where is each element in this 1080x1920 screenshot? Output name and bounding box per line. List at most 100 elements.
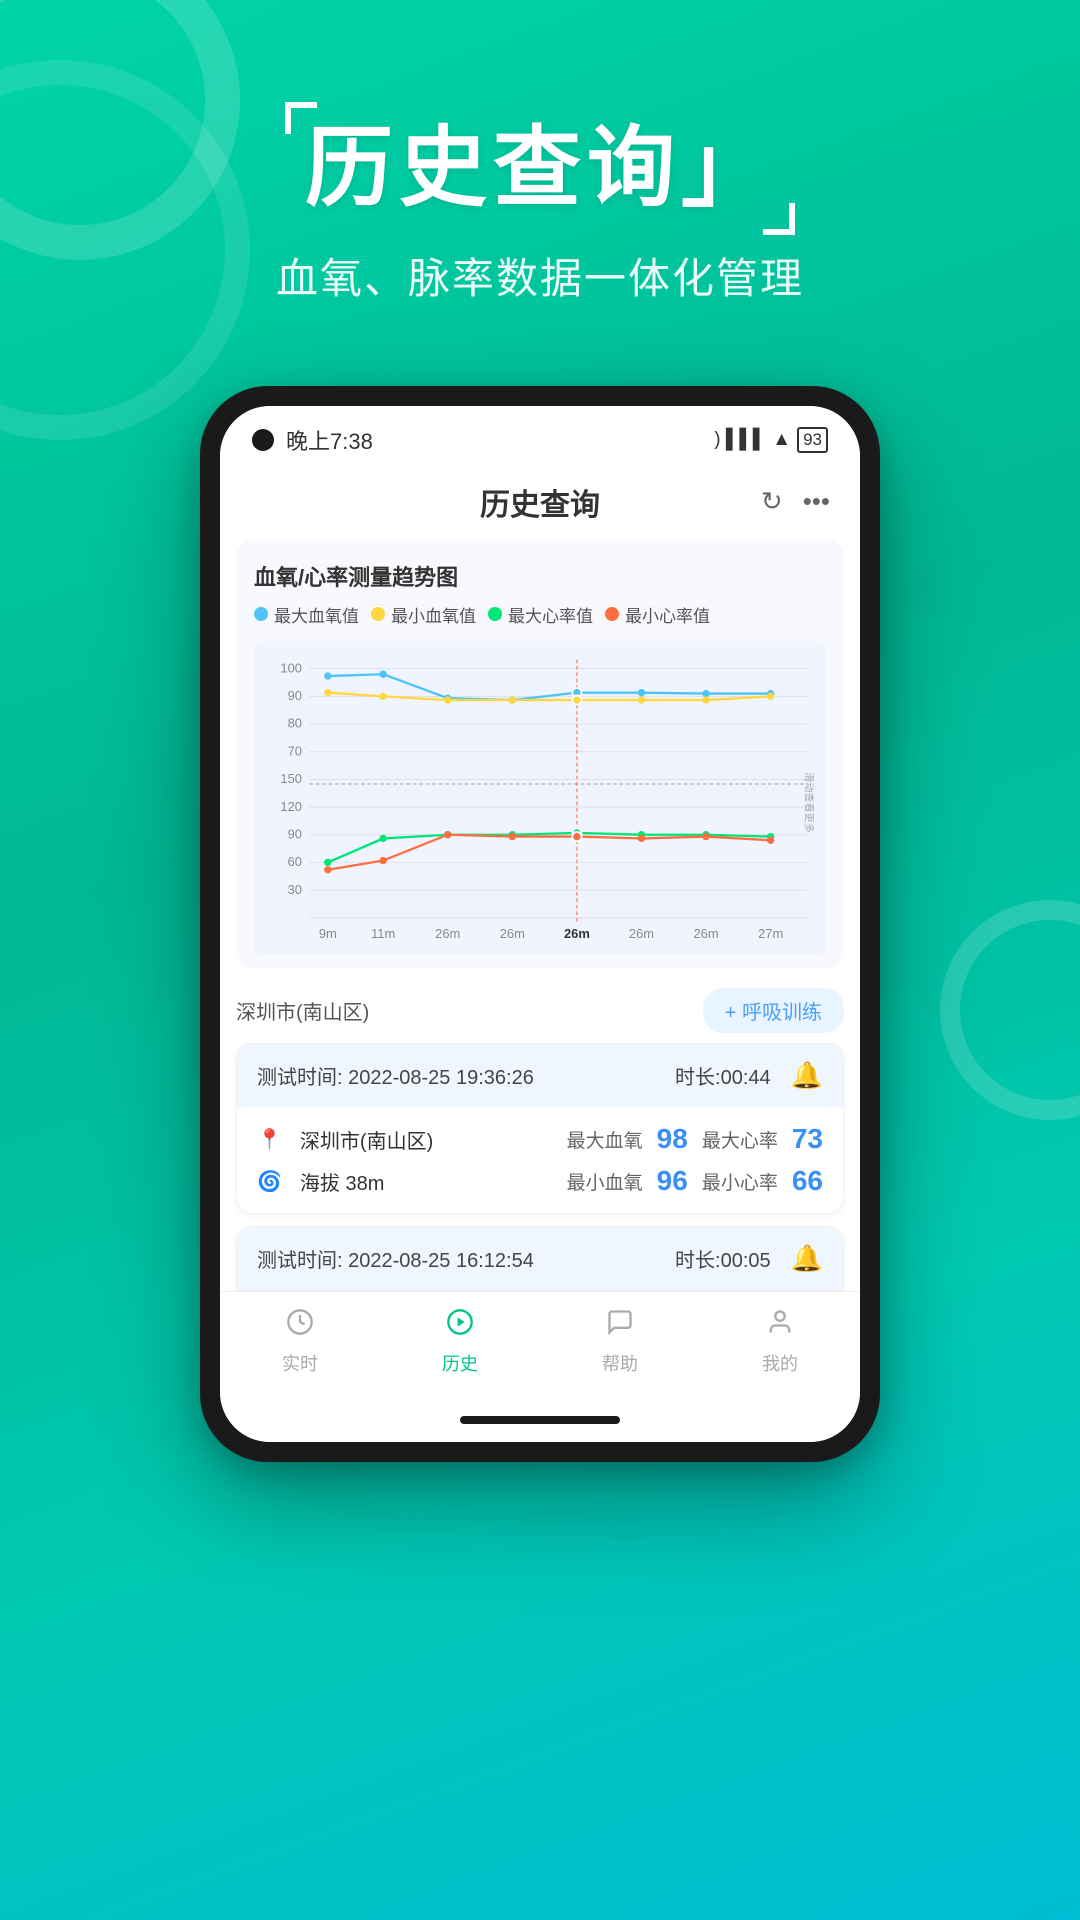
nav-item-realtime[interactable]: 实时 [250, 1308, 350, 1376]
phone-screen: 晚上7:38 ) ▌▌▌ ▲ 93 历史查询 ↻ ••• 血氧/心率测量趋势图 [220, 406, 860, 1443]
status-time: 晚上7:38 [286, 424, 373, 456]
bracket-top-left [285, 102, 317, 134]
nav-realtime-label: 实时 [282, 1350, 318, 1376]
nav-help-icon [606, 1308, 634, 1344]
svg-text:26m: 26m [694, 926, 719, 941]
battery-icon: 93 [797, 427, 828, 453]
more-button[interactable]: ••• [803, 486, 830, 517]
svg-text:26m: 26m [500, 926, 525, 941]
svg-text:26m: 26m [435, 926, 460, 941]
legend-label-max-blood: 最大血氧值 [274, 602, 359, 627]
legend-dot-max-heart [488, 607, 502, 621]
nav-item-history[interactable]: 历史 [410, 1308, 510, 1376]
svg-text:27m: 27m [758, 926, 783, 941]
location-city: 深圳市(南山区) [236, 996, 369, 1025]
card-2-test-time-label: 测试时间: 2022-08-25 16:12:54 [257, 1250, 534, 1272]
card-1-header: 测试时间: 2022-08-25 19:36:26 时长:00:44 🔔 [237, 1044, 843, 1107]
nav-profile-icon [766, 1308, 794, 1344]
status-bar: 晚上7:38 ) ▌▌▌ ▲ 93 [220, 406, 860, 466]
card-1-body: 📍 深圳市(南山区) 最大血氧 98 最大心率 73 🌀 海拔 38m [237, 1107, 843, 1213]
bottom-nav: 实时 历史 [220, 1291, 860, 1404]
status-left: 晚上7:38 [252, 424, 373, 456]
signal-icon: ) ▌▌▌ [714, 429, 766, 451]
card-2-header-right: 时长:00:05 🔔 [675, 1243, 823, 1274]
chart-title: 血氧/心率测量趋势图 [254, 560, 826, 592]
nav-item-profile[interactable]: 我的 [730, 1308, 830, 1376]
card-2-test-time: 测试时间: 2022-08-25 16:12:54 [257, 1244, 534, 1273]
phone-frame: 晚上7:38 ) ▌▌▌ ▲ 93 历史查询 ↻ ••• 血氧/心率测量趋势图 [200, 386, 880, 1463]
card-1-min-heart-label: 最小心率 [702, 1168, 778, 1195]
svg-text:120: 120 [280, 799, 302, 814]
nav-help-label: 帮助 [602, 1350, 638, 1376]
svg-text:90: 90 [288, 688, 302, 703]
card-1-min-heart-value: 66 [792, 1165, 823, 1197]
legend-min-blood-oxygen: 最小血氧值 [371, 602, 476, 627]
card-1-bell-icon[interactable]: 🔔 [791, 1060, 823, 1091]
svg-text:30: 30 [288, 882, 302, 897]
home-indicator [460, 1416, 620, 1424]
nav-realtime-icon [286, 1308, 314, 1344]
card-2-duration: 时长:00:05 [675, 1244, 771, 1273]
refresh-button[interactable]: ↻ [761, 486, 783, 517]
card-1-test-time: 测试时间: 2022-08-25 19:36:26 [257, 1061, 534, 1090]
title-bracket: 历史查询」 [305, 120, 775, 217]
legend-max-blood-oxygen: 最大血氧值 [254, 602, 359, 627]
data-card-1: 测试时间: 2022-08-25 19:36:26 时长:00:44 🔔 📍 深… [236, 1043, 844, 1214]
card-1-test-time-label: 测试时间: 2022-08-25 19:36:26 [257, 1067, 534, 1089]
legend-label-min-heart: 最小心率值 [625, 602, 710, 627]
svg-text:9m: 9m [319, 926, 337, 941]
legend-dot-max-blood [254, 607, 268, 621]
card-1-max-blood-value: 98 [657, 1123, 688, 1155]
chart-section: 血氧/心率测量趋势图 最大血氧值 最小血氧值 最大心率值 [236, 540, 844, 969]
app-header: 历史查询 ↻ ••• [220, 466, 860, 540]
bracket-bottom-right [763, 203, 795, 235]
legend-dot-min-heart [605, 607, 619, 621]
data-card-2-partial: 测试时间: 2022-08-25 16:12:54 时长:00:05 🔔 [236, 1226, 844, 1291]
card-1-location-row: 📍 深圳市(南山区) 最大血氧 98 最大心率 73 [257, 1123, 823, 1155]
chart-legend: 最大血氧值 最小血氧值 最大心率值 最小心率值 [254, 602, 826, 627]
nav-profile-label: 我的 [762, 1350, 798, 1376]
page-hero-title: 历史查询」 [305, 120, 775, 217]
svg-text:滑动查看更多: 滑动查看更多 [803, 772, 816, 833]
wifi-icon: ▲ [772, 429, 791, 451]
legend-label-min-blood: 最小血氧值 [391, 602, 476, 627]
card-1-altitude-text: 海拔 38m [300, 1167, 384, 1196]
svg-text:26m: 26m [564, 926, 590, 941]
legend-max-heart-rate: 最大心率值 [488, 602, 593, 627]
nav-history-label: 历史 [442, 1350, 478, 1376]
card-1-max-heart-value: 73 [792, 1123, 823, 1155]
page-hero-subtitle: 血氧、脉率数据一体化管理 [0, 245, 1080, 306]
card-1-min-blood-value: 96 [657, 1165, 688, 1197]
phone-mockup: 晚上7:38 ) ▌▌▌ ▲ 93 历史查询 ↻ ••• 血氧/心率测量趋势图 [0, 386, 1080, 1463]
app-header-title: 历史查询 [480, 480, 600, 524]
app-header-icons: ↻ ••• [761, 486, 830, 517]
svg-text:11m: 11m [371, 926, 395, 941]
altitude-icon: 🌀 [257, 1169, 282, 1194]
hero-section: 历史查询」 血氧、脉率数据一体化管理 [0, 0, 1080, 306]
svg-text:70: 70 [288, 743, 302, 758]
card-1-duration: 时长:00:44 [675, 1061, 771, 1090]
location-row: 深圳市(南山区) + 呼吸训练 [220, 982, 860, 1043]
card-2-bell-icon[interactable]: 🔔 [791, 1243, 823, 1274]
legend-dot-min-blood [371, 607, 385, 621]
svg-text:150: 150 [280, 771, 302, 786]
svg-text:60: 60 [288, 854, 302, 869]
svg-text:90: 90 [288, 826, 302, 841]
svg-text:80: 80 [288, 716, 302, 731]
svg-text:26m: 26m [629, 926, 654, 941]
nav-item-help[interactable]: 帮助 [570, 1308, 670, 1376]
card-1-max-blood-label: 最大血氧 [567, 1126, 643, 1153]
card-2-header: 测试时间: 2022-08-25 16:12:54 时长:00:05 🔔 [237, 1227, 843, 1290]
card-1-header-right: 时长:00:44 🔔 [675, 1060, 823, 1091]
card-1-altitude-row: 🌀 海拔 38m 最小血氧 96 最小心率 66 [257, 1165, 823, 1197]
card-1-max-metrics: 最大血氧 98 最大心率 73 [567, 1123, 823, 1155]
card-1-min-metrics: 最小血氧 96 最小心率 66 [567, 1165, 823, 1197]
svg-text:100: 100 [280, 660, 302, 675]
chart-area[interactable]: 100 90 80 70 150 120 90 60 30 [254, 641, 826, 955]
breathing-training-button[interactable]: + 呼吸训练 [703, 988, 844, 1033]
card-1-min-blood-label: 最小血氧 [567, 1168, 643, 1195]
camera-dot [252, 429, 274, 451]
status-right: ) ▌▌▌ ▲ 93 [714, 427, 828, 453]
card-1-location-text: 深圳市(南山区) [300, 1125, 433, 1154]
nav-history-icon [446, 1308, 474, 1344]
